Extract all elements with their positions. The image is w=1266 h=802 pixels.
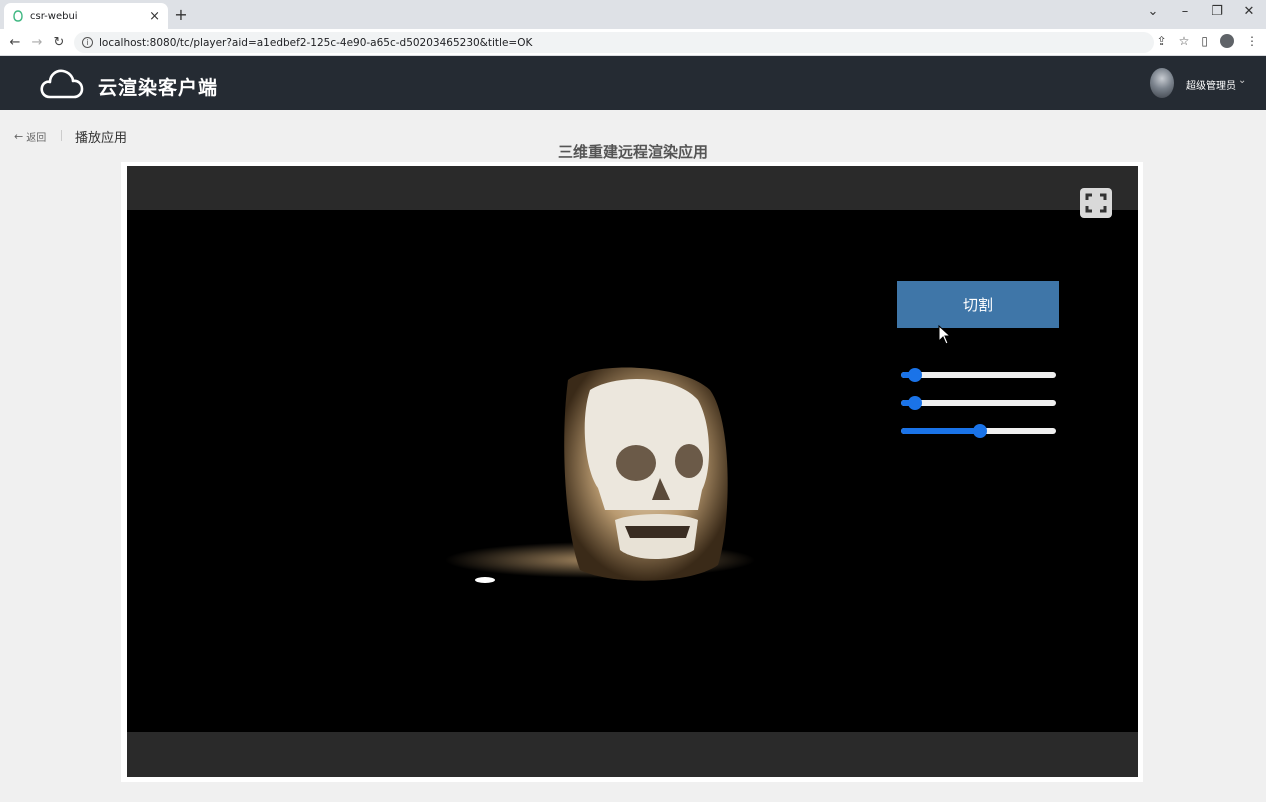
forward-nav-icon[interactable]: → bbox=[26, 35, 48, 50]
site-info-icon[interactable]: i bbox=[82, 37, 93, 48]
reload-icon[interactable]: ↻ bbox=[48, 35, 70, 50]
slider-thumb[interactable] bbox=[908, 396, 923, 410]
browser-tabbar: csr-webui × + ⌄ – ❐ ✕ bbox=[0, 0, 1266, 29]
cut-button[interactable]: 切割 bbox=[897, 281, 1059, 328]
slider-fill bbox=[901, 428, 980, 434]
menu-kebab-icon[interactable]: ⋮ bbox=[1246, 34, 1258, 48]
slider-thumb[interactable] bbox=[908, 368, 923, 382]
mouse-cursor-icon bbox=[938, 325, 952, 345]
profile-icon[interactable] bbox=[1220, 34, 1234, 48]
app-title: 云渲染客户端 bbox=[98, 77, 219, 99]
browser-tab[interactable]: csr-webui × bbox=[4, 3, 168, 29]
new-tab-icon[interactable]: + bbox=[172, 5, 190, 24]
slider-thumb[interactable] bbox=[972, 424, 987, 438]
breadcrumb-divider bbox=[61, 130, 62, 141]
tab-title: csr-webui bbox=[30, 10, 78, 22]
chevron-down-icon[interactable]: ⌄ bbox=[1238, 75, 1246, 86]
fullscreen-button[interactable] bbox=[1080, 188, 1112, 218]
app-header: 云渲染客户端 超级管理员 ⌄ bbox=[0, 56, 1266, 110]
restore-icon[interactable]: ❐ bbox=[1210, 4, 1224, 19]
avatar[interactable] bbox=[1150, 68, 1174, 98]
window-controls: ⌄ – ❐ ✕ bbox=[1146, 4, 1256, 19]
share-icon[interactable]: ⇪ bbox=[1157, 34, 1167, 48]
url-text[interactable]: localhost:8080/tc/player?aid=a1edbef2-12… bbox=[99, 37, 532, 49]
user-name[interactable]: 超级管理员 bbox=[1186, 77, 1236, 92]
slider-3[interactable] bbox=[901, 423, 1056, 439]
side-panel-icon[interactable]: ▯ bbox=[1201, 34, 1208, 48]
player-title: 三维重建远程渲染应用 bbox=[557, 143, 708, 161]
cloud-icon bbox=[40, 69, 84, 99]
fullscreen-icon bbox=[1085, 193, 1107, 213]
slider-2[interactable] bbox=[901, 395, 1056, 411]
tab-close-icon[interactable]: × bbox=[149, 9, 160, 24]
tab-search-icon[interactable]: ⌄ bbox=[1146, 4, 1160, 19]
slider-track bbox=[901, 400, 1056, 406]
slider-track bbox=[901, 372, 1056, 378]
bookmark-star-icon[interactable]: ☆ bbox=[1179, 34, 1190, 48]
browser-actions: ⇪ ☆ ▯ ⋮ bbox=[1157, 34, 1258, 48]
minimize-icon[interactable]: – bbox=[1178, 4, 1192, 19]
tab-favicon-icon bbox=[13, 10, 23, 22]
browser-toolbar: ← → ↻ i localhost:8080/tc/player?aid=a1e… bbox=[0, 29, 1266, 56]
skull-render-image bbox=[440, 360, 760, 594]
close-window-icon[interactable]: ✕ bbox=[1242, 4, 1256, 19]
address-bar[interactable]: i localhost:8080/tc/player?aid=a1edbef2-… bbox=[74, 32, 1154, 53]
back-nav-icon[interactable]: ← bbox=[4, 35, 26, 50]
slider-1[interactable] bbox=[901, 367, 1056, 383]
